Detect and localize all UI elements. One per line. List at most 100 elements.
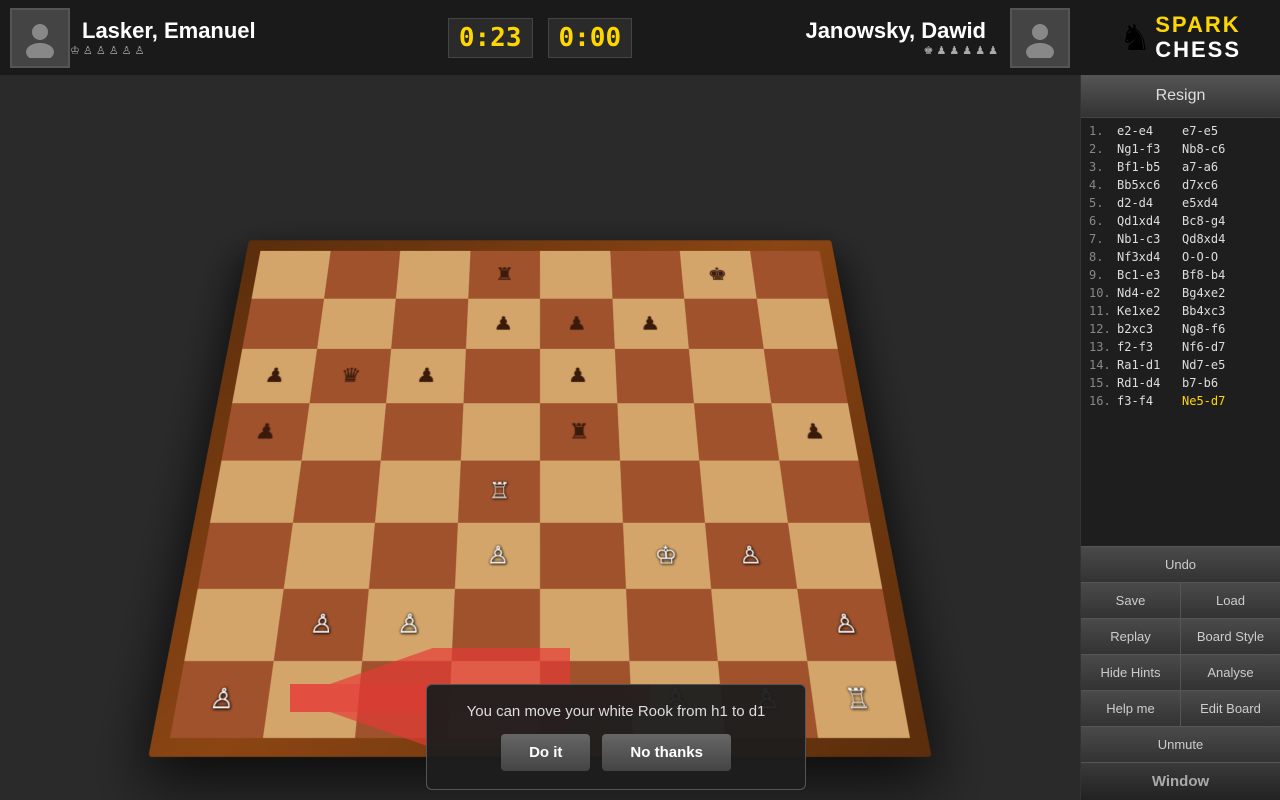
move-white[interactable]: e2-e4 (1117, 124, 1182, 138)
piece-black-♟[interactable]: ♟ (386, 349, 465, 403)
cell-0-3[interactable]: ♜ (468, 251, 540, 298)
cell-6-6[interactable] (711, 588, 807, 660)
cell-5-2[interactable] (369, 522, 458, 588)
cell-1-5[interactable]: ♟ (612, 298, 689, 349)
move-black[interactable]: Ne5-d7 (1182, 394, 1272, 408)
cell-2-0[interactable]: ♟ (232, 349, 316, 403)
move-row[interactable]: 2.Ng1-f3Nb8-c6 (1081, 140, 1280, 158)
undo-button[interactable]: Undo (1081, 546, 1280, 582)
cell-4-6[interactable] (699, 460, 787, 522)
cell-2-6[interactable] (689, 349, 771, 403)
move-white[interactable]: d2-d4 (1117, 196, 1182, 210)
resign-button[interactable]: Resign (1081, 75, 1280, 118)
move-white[interactable]: Ng1-f3 (1117, 142, 1182, 156)
piece-black-♟[interactable]: ♟ (222, 402, 310, 460)
move-row[interactable]: 12.b2xc3Ng8-f6 (1081, 320, 1280, 338)
cell-2-5[interactable] (614, 349, 693, 403)
move-black[interactable]: Nf6-d7 (1182, 340, 1272, 354)
board-grid[interactable]: ♜♚♟♟♟♟♛♟♟♟♜♟♖♙♔♙♙♙♙♙♙♙♖ (170, 251, 910, 738)
piece-black-♜[interactable]: ♜ (468, 251, 540, 298)
cell-6-4[interactable] (540, 588, 629, 660)
move-black[interactable]: Nd7-e5 (1182, 358, 1272, 372)
cell-0-7[interactable] (750, 251, 829, 298)
cell-0-2[interactable] (396, 251, 470, 298)
cell-2-1[interactable]: ♛ (309, 349, 391, 403)
move-black[interactable]: b7-b6 (1182, 376, 1272, 390)
cell-6-7[interactable]: ♙ (797, 588, 896, 660)
cell-5-0[interactable] (198, 522, 293, 588)
move-white[interactable]: f2-f3 (1117, 340, 1182, 354)
move-row[interactable]: 11.Ke1xe2Bb4xc3 (1081, 302, 1280, 320)
cell-2-2[interactable]: ♟ (386, 349, 465, 403)
move-row[interactable]: 3.Bf1-b5a7-a6 (1081, 158, 1280, 176)
move-black[interactable]: O-O-O (1182, 250, 1272, 264)
cell-3-4[interactable]: ♜ (540, 402, 620, 460)
move-white[interactable]: Bf1-b5 (1117, 160, 1182, 174)
move-black[interactable]: Bf8-b4 (1182, 268, 1272, 282)
piece-black-♚[interactable]: ♚ (680, 251, 757, 298)
edit-board-button[interactable]: Edit Board (1181, 690, 1280, 726)
move-black[interactable]: Qd8xd4 (1182, 232, 1272, 246)
board-style-button[interactable]: Board Style (1181, 618, 1280, 654)
move-row[interactable]: 5.d2-d4e5xd4 (1081, 194, 1280, 212)
cell-7-1[interactable] (263, 660, 363, 737)
cell-6-3[interactable] (451, 588, 540, 660)
cell-6-2[interactable]: ♙ (362, 588, 454, 660)
save-button[interactable]: Save (1081, 582, 1181, 618)
piece-black-♟[interactable]: ♟ (540, 298, 614, 349)
cell-1-2[interactable] (391, 298, 468, 349)
cell-7-0[interactable]: ♙ (170, 660, 273, 737)
piece-black-♟[interactable]: ♟ (466, 298, 540, 349)
piece-black-♛[interactable]: ♛ (309, 349, 391, 403)
cell-2-3[interactable] (463, 349, 540, 403)
move-row[interactable]: 15.Rd1-d4b7-b6 (1081, 374, 1280, 392)
analyse-button[interactable]: Analyse (1181, 654, 1280, 690)
cell-4-0[interactable] (210, 460, 301, 522)
move-black[interactable]: Ng8-f6 (1182, 322, 1272, 336)
cell-2-4[interactable]: ♟ (540, 349, 617, 403)
move-black[interactable]: Nb8-c6 (1182, 142, 1272, 156)
cell-0-5[interactable] (610, 251, 684, 298)
cell-4-7[interactable] (779, 460, 870, 522)
move-row[interactable]: 7.Nb1-c3Qd8xd4 (1081, 230, 1280, 248)
cell-5-3[interactable]: ♙ (454, 522, 540, 588)
cell-5-1[interactable] (283, 522, 375, 588)
piece-white-♙[interactable]: ♙ (797, 588, 896, 660)
cell-5-6[interactable]: ♙ (705, 522, 797, 588)
cell-0-6[interactable]: ♚ (680, 251, 757, 298)
cell-7-7[interactable]: ♖ (807, 660, 910, 737)
move-row[interactable]: 1.e2-e4e7-e5 (1081, 122, 1280, 140)
load-button[interactable]: Load (1181, 582, 1280, 618)
help-me-button[interactable]: Help me (1081, 690, 1181, 726)
move-row[interactable]: 13.f2-f3Nf6-d7 (1081, 338, 1280, 356)
piece-black-♟[interactable]: ♟ (771, 402, 859, 460)
move-white[interactable]: f3-f4 (1117, 394, 1182, 408)
move-black[interactable]: d7xc6 (1182, 178, 1272, 192)
cell-0-4[interactable] (540, 251, 612, 298)
cell-4-3[interactable]: ♖ (458, 460, 540, 522)
piece-white-♙[interactable]: ♙ (273, 588, 369, 660)
move-black[interactable]: Bc8-g4 (1182, 214, 1272, 228)
cell-6-0[interactable] (184, 588, 283, 660)
cell-4-2[interactable] (375, 460, 460, 522)
piece-white-♙[interactable]: ♙ (454, 522, 540, 588)
no-thanks-button[interactable]: No thanks (602, 734, 731, 771)
piece-black-♜[interactable]: ♜ (540, 402, 620, 460)
cell-1-0[interactable] (242, 298, 323, 349)
hide-hints-button[interactable]: Hide Hints (1081, 654, 1181, 690)
move-black[interactable]: Bb4xc3 (1182, 304, 1272, 318)
cell-4-4[interactable] (540, 460, 622, 522)
move-black[interactable]: Bg4xe2 (1182, 286, 1272, 300)
move-row[interactable]: 9.Bc1-e3Bf8-b4 (1081, 266, 1280, 284)
window-button[interactable]: Window (1081, 762, 1280, 800)
move-white[interactable]: Ra1-d1 (1117, 358, 1182, 372)
cell-5-7[interactable] (787, 522, 882, 588)
cell-3-7[interactable]: ♟ (771, 402, 859, 460)
cell-3-6[interactable] (694, 402, 779, 460)
piece-white-♖[interactable]: ♖ (807, 660, 910, 737)
cell-3-2[interactable] (381, 402, 463, 460)
move-white[interactable]: Nf3xd4 (1117, 250, 1182, 264)
cell-5-5[interactable]: ♔ (622, 522, 711, 588)
cell-4-5[interactable] (620, 460, 705, 522)
move-white[interactable]: Ke1xe2 (1117, 304, 1182, 318)
